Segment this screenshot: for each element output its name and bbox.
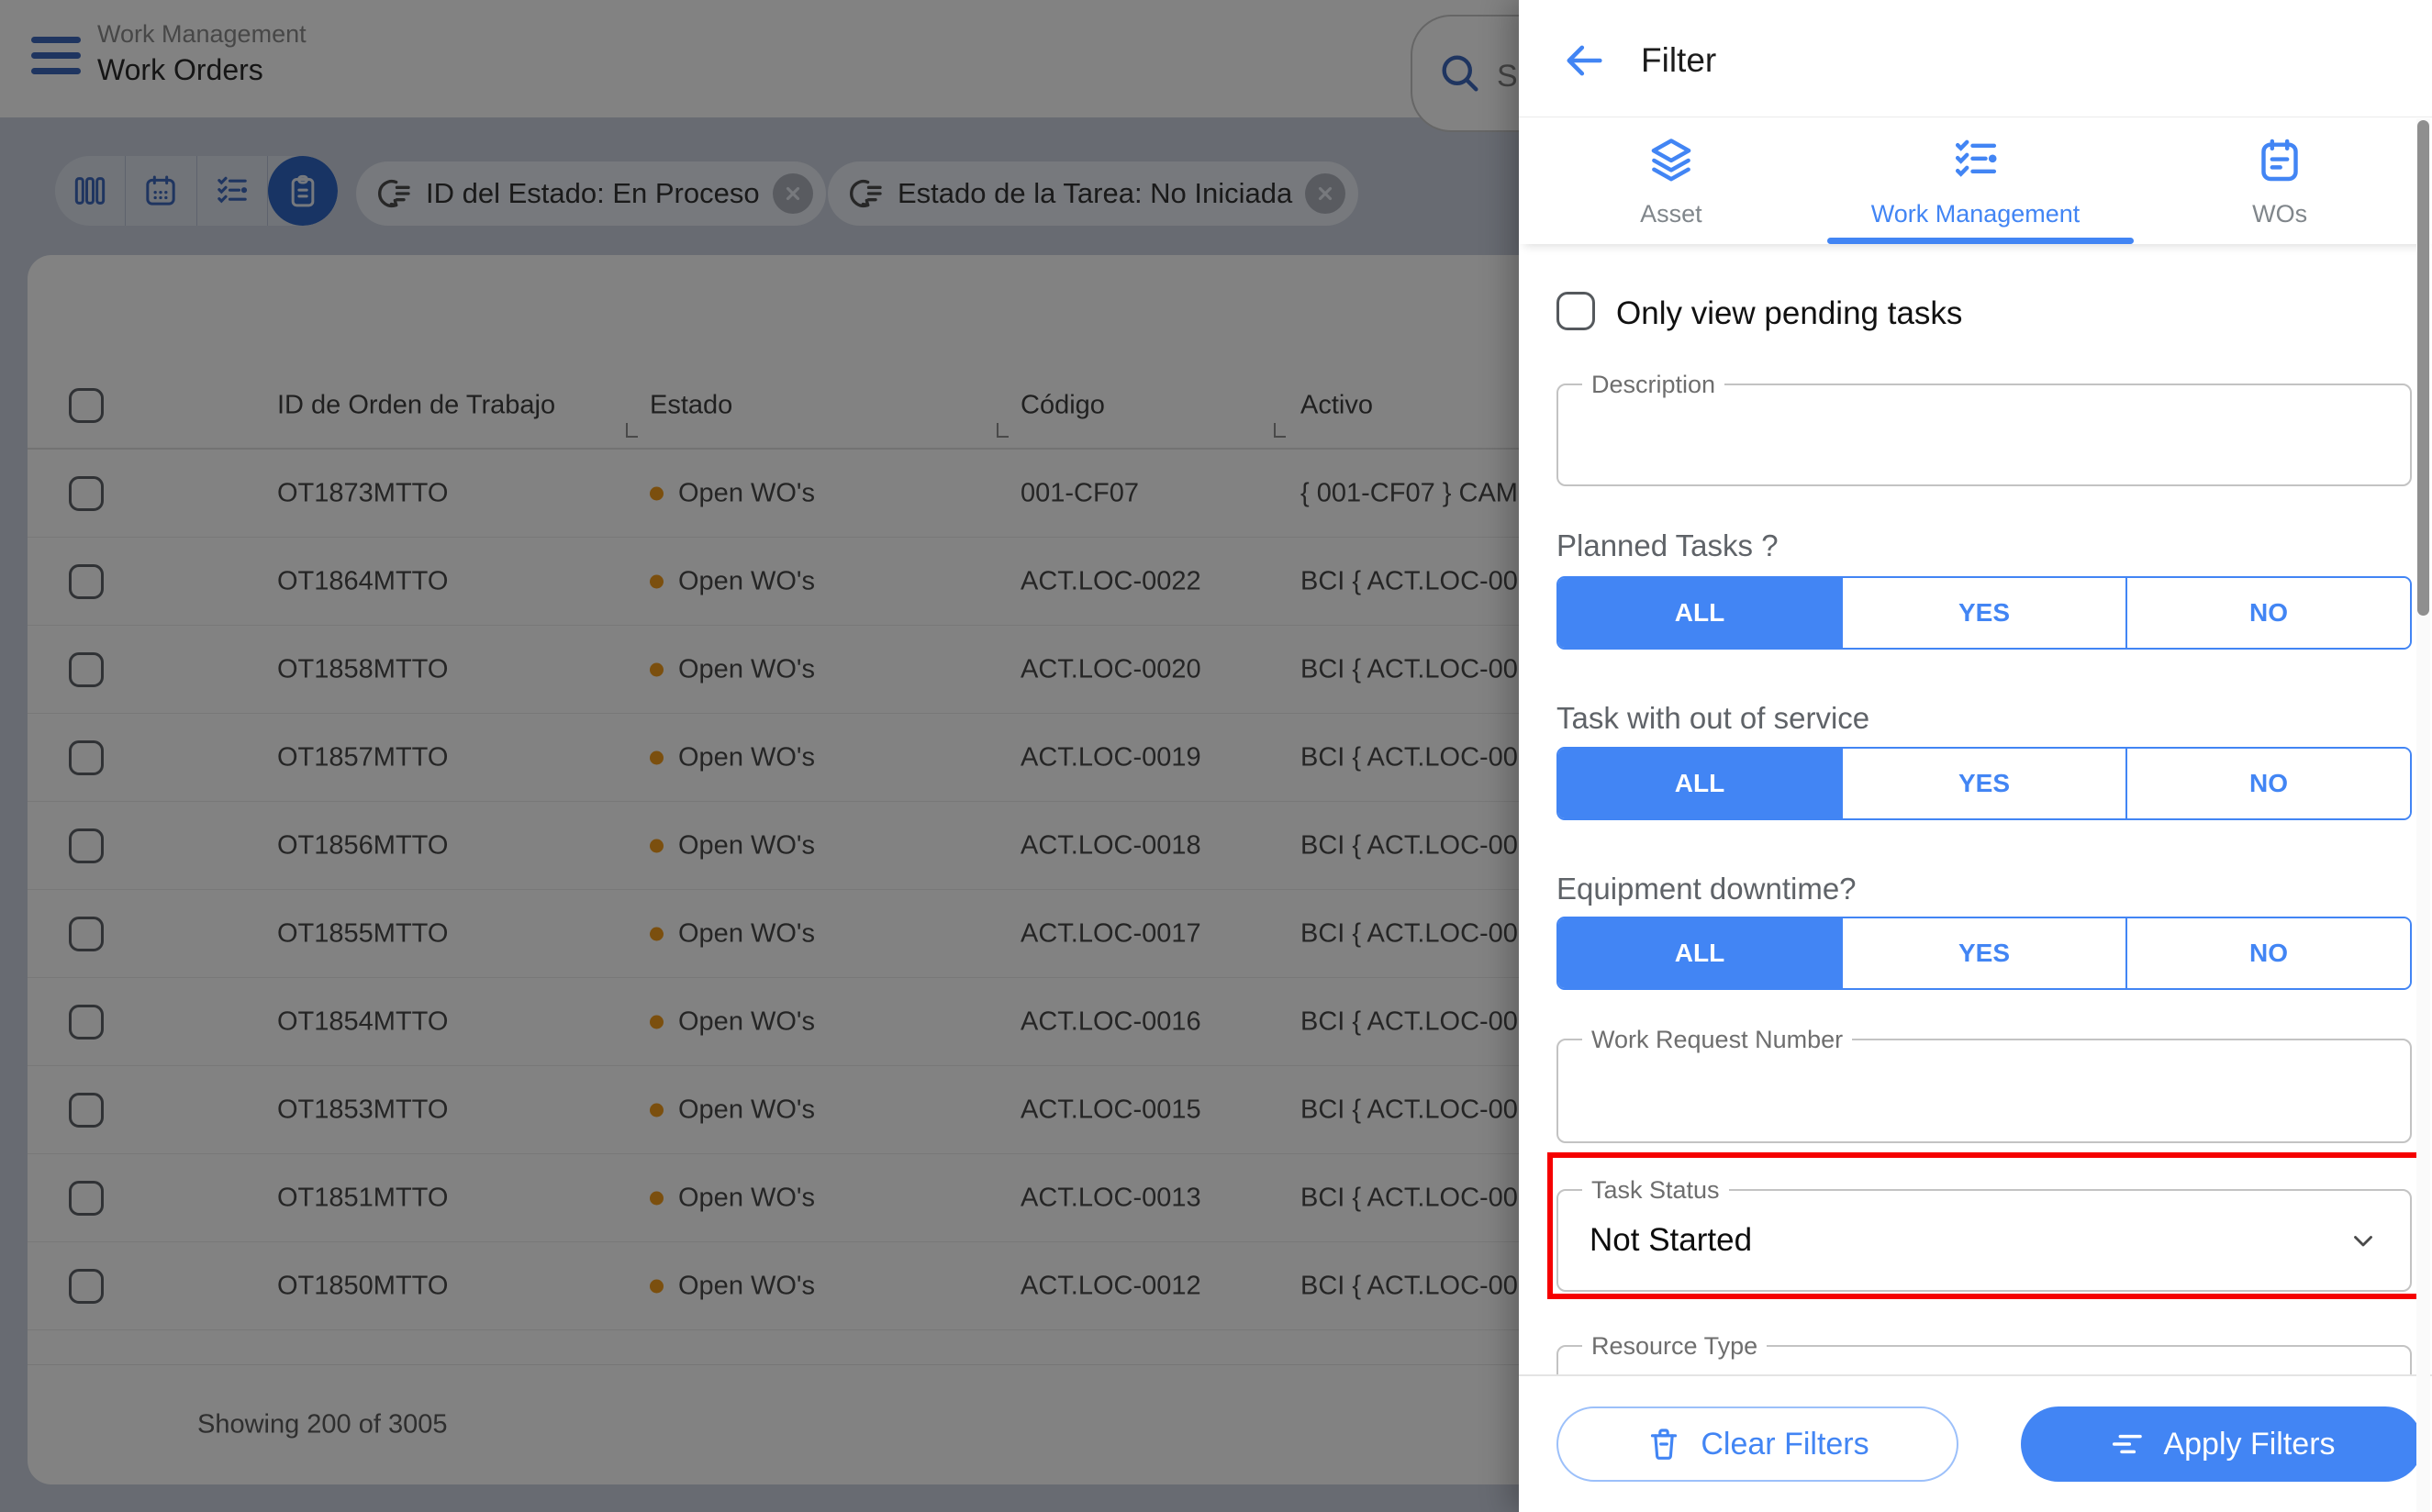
chevron-down-icon [2348, 1225, 2379, 1256]
layers-icon [1646, 134, 1697, 185]
out-of-service-toggle: ALL YES NO [1556, 747, 2412, 820]
description-field[interactable]: Description [1556, 384, 2412, 486]
tab-work-management[interactable]: Work Management [1824, 118, 2128, 244]
tab-label: Work Management [1871, 200, 2081, 228]
task-status-select[interactable]: Task Status Not Started [1556, 1189, 2412, 1292]
clear-filters-button[interactable]: Clear Filters [1556, 1406, 1958, 1482]
clipboard-icon [2254, 134, 2305, 185]
work-request-number-label: Work Request Number [1582, 1026, 1852, 1054]
planned-tasks-label: Planned Tasks ? [1556, 528, 1779, 563]
resource-type-label: Resource Type [1582, 1332, 1767, 1361]
equipment-downtime-toggle: ALL YES NO [1556, 917, 2412, 990]
work-request-number-field[interactable]: Work Request Number [1556, 1039, 2412, 1143]
task-status-label: Task Status [1582, 1176, 1729, 1205]
equipment-downtime-label: Equipment downtime? [1556, 872, 1857, 906]
toggle-option-no[interactable]: NO [2125, 578, 2410, 648]
filter-panel-title: Filter [1641, 41, 1716, 80]
planned-tasks-toggle: ALL YES NO [1556, 576, 2412, 650]
filter-tabbar: Asset Work Management WOs [1519, 118, 2432, 244]
toggle-option-all[interactable]: ALL [1558, 578, 1841, 648]
modal-scrim[interactable] [0, 0, 1519, 1512]
panel-scrollbar-thumb[interactable] [2417, 120, 2429, 616]
tab-wos[interactable]: WOs [2127, 118, 2432, 244]
filter-panel-footer: Clear Filters Apply Filters [1519, 1374, 2432, 1512]
description-field-label: Description [1582, 371, 1724, 399]
apply-filters-label: Apply Filters [2163, 1427, 2335, 1462]
apply-filters-button[interactable]: Apply Filters [2021, 1406, 2423, 1482]
active-tab-underline [1827, 238, 2134, 244]
toggle-option-no[interactable]: NO [2125, 749, 2410, 818]
toggle-option-yes[interactable]: YES [1841, 578, 2125, 648]
filter-panel-header: Filter [1519, 0, 2432, 117]
back-arrow-icon[interactable] [1560, 37, 1608, 84]
checklist-icon [1950, 134, 2002, 185]
task-status-value: Not Started [1590, 1222, 1752, 1259]
app-root: Work Management Work Orders Search [0, 0, 2432, 1512]
panel-scrollbar[interactable] [2416, 118, 2430, 1512]
filter-lines-icon [2108, 1426, 2145, 1462]
toggle-option-no[interactable]: NO [2125, 918, 2410, 988]
out-of-service-label: Task with out of service [1556, 701, 1869, 736]
toggle-option-all[interactable]: ALL [1558, 749, 1841, 818]
only-pending-tasks-checkbox[interactable] [1556, 292, 1595, 330]
only-pending-tasks-label: Only view pending tasks [1616, 295, 1962, 332]
toggle-option-yes[interactable]: YES [1841, 918, 2125, 988]
tab-label: WOs [2252, 200, 2307, 228]
tab-label: Asset [1640, 200, 1702, 228]
toggle-option-all[interactable]: ALL [1558, 918, 1841, 988]
trash-icon [1646, 1426, 1682, 1462]
clear-filters-label: Clear Filters [1701, 1427, 1869, 1462]
tab-asset[interactable]: Asset [1519, 118, 1824, 244]
toggle-option-yes[interactable]: YES [1841, 749, 2125, 818]
filter-panel: Filter Asset Work Management [1519, 0, 2432, 1512]
